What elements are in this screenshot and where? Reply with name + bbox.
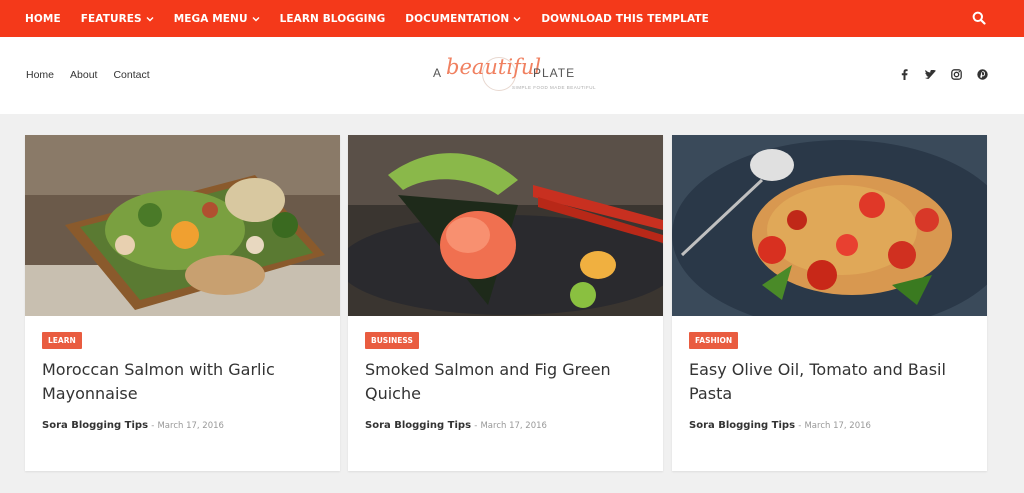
- meta-separator: -: [151, 421, 155, 431]
- header-link-home[interactable]: Home: [26, 69, 54, 81]
- pinterest-icon[interactable]: [976, 68, 988, 80]
- social-links: [884, 68, 988, 80]
- post-author[interactable]: Sora Blogging Tips: [365, 420, 471, 431]
- post-image-salad[interactable]: [25, 135, 340, 316]
- chevron-down-icon: [513, 15, 521, 23]
- post-card[interactable]: LEARN Moroccan Salmon with Garlic Mayonn…: [25, 135, 340, 471]
- header-links: Home About Contact: [26, 69, 166, 81]
- site-logo[interactable]: A beautiful PLATE SIMPLE FOOD MADE BEAUT…: [430, 55, 596, 99]
- meta-separator: -: [798, 421, 802, 431]
- post-title[interactable]: Moroccan Salmon with Garlic Mayonnaise: [42, 358, 332, 406]
- facebook-icon[interactable]: [898, 68, 910, 80]
- post-author[interactable]: Sora Blogging Tips: [689, 420, 795, 431]
- post-title[interactable]: Smoked Salmon and Fig Green Quiche: [365, 358, 655, 406]
- post-meta: Sora Blogging Tips - March 17, 2016: [365, 420, 547, 431]
- meta-separator: -: [474, 421, 478, 431]
- nav-home[interactable]: HOME: [25, 13, 61, 25]
- header-link-about[interactable]: About: [70, 69, 97, 81]
- nav-documentation[interactable]: DOCUMENTATION: [405, 13, 521, 25]
- post-meta: Sora Blogging Tips - March 17, 2016: [689, 420, 871, 431]
- post-author[interactable]: Sora Blogging Tips: [42, 420, 148, 431]
- nav-features[interactable]: FEATURES: [81, 13, 154, 25]
- category-badge[interactable]: FASHION: [689, 332, 739, 349]
- header-link-contact[interactable]: Contact: [113, 69, 149, 81]
- post-image-pasta[interactable]: [672, 135, 987, 316]
- twitter-icon[interactable]: [924, 68, 936, 80]
- post-date: March 17, 2016: [157, 421, 224, 431]
- instagram-icon[interactable]: [950, 68, 962, 80]
- post-date: March 17, 2016: [480, 421, 547, 431]
- nav-learn-blogging[interactable]: LEARN BLOGGING: [280, 13, 386, 25]
- nav-mega-menu[interactable]: MEGA MENU: [174, 13, 260, 25]
- site-header: Home About Contact A beautiful PLATE SIM…: [0, 37, 1024, 114]
- search-icon[interactable]: [972, 11, 986, 25]
- post-card[interactable]: FASHION Easy Olive Oil, Tomato and Basil…: [672, 135, 987, 471]
- category-badge[interactable]: BUSINESS: [365, 332, 419, 349]
- chevron-down-icon: [146, 15, 154, 23]
- chevron-down-icon: [252, 15, 260, 23]
- post-meta: Sora Blogging Tips - March 17, 2016: [42, 420, 224, 431]
- post-card[interactable]: BUSINESS Smoked Salmon and Fig Green Qui…: [348, 135, 663, 471]
- category-badge[interactable]: LEARN: [42, 332, 82, 349]
- post-date: March 17, 2016: [804, 421, 871, 431]
- nav-download-template[interactable]: DOWNLOAD THIS TEMPLATE: [541, 13, 709, 25]
- top-navigation-bar: HOME FEATURES MEGA MENU LEARN BLOGGING D…: [0, 0, 1024, 37]
- post-image-salmon-roll[interactable]: [348, 135, 663, 316]
- post-title[interactable]: Easy Olive Oil, Tomato and Basil Pasta: [689, 358, 979, 406]
